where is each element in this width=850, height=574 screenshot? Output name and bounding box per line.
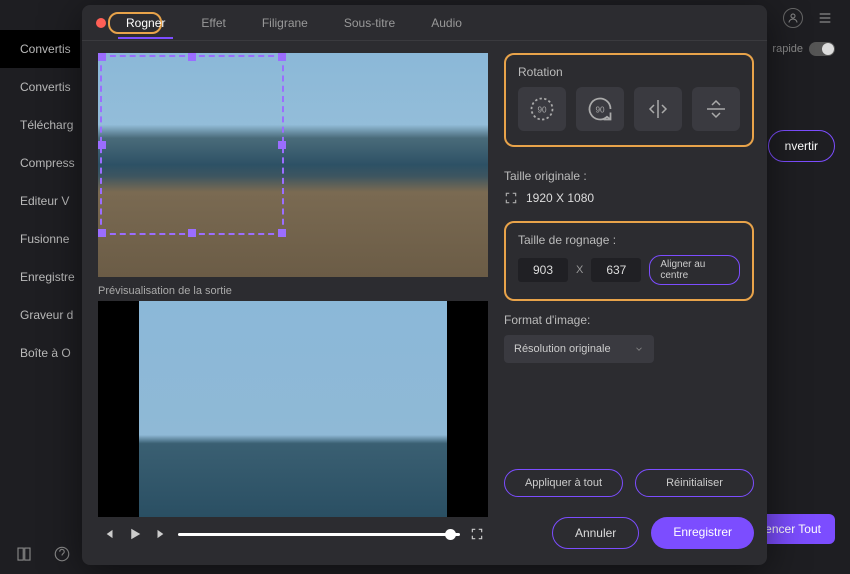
preview-pane xyxy=(98,301,488,517)
original-size-value: 1920 X 1080 xyxy=(526,191,594,205)
close-traffic-light[interactable] xyxy=(96,18,106,28)
flip-vertical-button[interactable] xyxy=(692,87,740,131)
crop-selection[interactable] xyxy=(100,55,284,235)
apply-all-button[interactable]: Appliquer à tout xyxy=(504,469,623,497)
format-selected: Résolution originale xyxy=(514,343,611,355)
tab-audio[interactable]: Audio xyxy=(427,8,466,38)
next-frame-icon[interactable] xyxy=(154,527,168,541)
sidebar-item[interactable]: Enregistre xyxy=(0,258,80,296)
crop-canvas[interactable] xyxy=(98,53,488,277)
crop-handle[interactable] xyxy=(98,141,106,149)
sidebar-item-label: Boîte à O xyxy=(20,346,71,360)
modal-header: Rogner Effet Filigrane Sous-titre Audio xyxy=(82,5,767,41)
sidebar-item-label: Graveur d xyxy=(20,308,73,322)
rapide-toggle-row: rapide xyxy=(772,42,835,56)
rapide-toggle[interactable] xyxy=(809,42,835,56)
rotate-ccw-button[interactable]: 90 xyxy=(518,87,566,131)
timeline[interactable] xyxy=(178,533,460,536)
x-separator: X xyxy=(576,264,583,276)
sidebar-item[interactable]: Boîte à O xyxy=(0,334,80,372)
crop-handle[interactable] xyxy=(278,53,286,61)
sidebar-item-label: Fusionne xyxy=(20,232,69,246)
prev-frame-icon[interactable] xyxy=(102,527,116,541)
rotation-title: Rotation xyxy=(518,65,740,79)
flip-horizontal-button[interactable] xyxy=(634,87,682,131)
sidebar-item[interactable]: Télécharg xyxy=(0,106,80,144)
crop-size-panel: Taille de rognage : X Aligner au centre xyxy=(504,221,754,301)
sidebar-item-label: Télécharg xyxy=(20,118,73,132)
sidebar-item[interactable]: Compress xyxy=(0,144,80,182)
sidebar-item[interactable]: Graveur d xyxy=(0,296,80,334)
fullscreen-icon[interactable] xyxy=(470,527,484,541)
crop-height-input[interactable] xyxy=(591,258,641,282)
preview-label: Prévisualisation de la sortie xyxy=(98,285,488,297)
playhead[interactable] xyxy=(445,529,456,540)
crop-handle[interactable] xyxy=(188,53,196,61)
original-size-panel: Taille originale : 1920 X 1080 xyxy=(504,169,754,205)
format-select[interactable]: Résolution originale xyxy=(504,335,654,363)
sidebar-item-label: Convertis xyxy=(20,80,71,94)
crop-size-label: Taille de rognage : xyxy=(518,233,740,247)
svg-text:90: 90 xyxy=(537,106,547,115)
tabs: Rogner Effet Filigrane Sous-titre Audio xyxy=(122,8,466,38)
crop-handle[interactable] xyxy=(278,229,286,237)
crop-width-input[interactable] xyxy=(518,258,568,282)
rapide-label: rapide xyxy=(772,43,803,55)
rotate-cw-button[interactable]: 90 xyxy=(576,87,624,131)
chevron-down-icon xyxy=(634,344,644,354)
playback-bar xyxy=(98,517,488,551)
crop-modal: Rogner Effet Filigrane Sous-titre Audio xyxy=(82,5,767,565)
crop-handle[interactable] xyxy=(188,229,196,237)
cancel-button[interactable]: Annuler xyxy=(552,517,639,549)
top-right-icons xyxy=(783,8,835,28)
convert-button[interactable]: nvertir xyxy=(768,130,835,162)
tab-filigrane[interactable]: Filigrane xyxy=(258,8,312,38)
sidebar-item[interactable]: Fusionne xyxy=(0,220,80,258)
format-panel: Format d'image: Résolution originale xyxy=(504,313,754,363)
sidebar-item[interactable]: Convertis xyxy=(0,68,80,106)
expand-icon xyxy=(504,191,518,205)
sidebar-item-label: Convertis xyxy=(20,42,71,56)
sidebar-item-label: Editeur V xyxy=(20,194,69,208)
center-align-button[interactable]: Aligner au centre xyxy=(649,255,740,285)
user-icon[interactable] xyxy=(783,8,803,28)
play-icon[interactable] xyxy=(126,525,144,543)
sidebar-item-label: Enregistre xyxy=(20,270,75,284)
save-button[interactable]: Enregistrer xyxy=(651,517,754,549)
menu-icon[interactable] xyxy=(815,8,835,28)
sidebar-item[interactable]: Editeur V xyxy=(0,182,80,220)
crop-handle[interactable] xyxy=(98,229,106,237)
crop-handle[interactable] xyxy=(278,141,286,149)
tab-effet[interactable]: Effet xyxy=(197,8,229,38)
crop-handle[interactable] xyxy=(98,53,106,61)
help-icon[interactable] xyxy=(53,545,71,563)
sidebar-item[interactable]: Convertis xyxy=(0,30,80,68)
format-label: Format d'image: xyxy=(504,313,754,327)
tab-soustitre[interactable]: Sous-titre xyxy=(340,8,399,38)
rotation-panel: Rotation 90 90 xyxy=(504,53,754,147)
svg-text:90: 90 xyxy=(595,106,605,115)
sidebar: Convertis Convertis Télécharg Compress E… xyxy=(0,30,80,550)
book-icon[interactable] xyxy=(15,545,33,563)
reset-button[interactable]: Réinitialiser xyxy=(635,469,754,497)
sidebar-item-label: Compress xyxy=(20,156,75,170)
original-size-label: Taille originale : xyxy=(504,169,754,183)
preview-video xyxy=(139,301,447,517)
tab-rogner[interactable]: Rogner xyxy=(122,8,169,38)
